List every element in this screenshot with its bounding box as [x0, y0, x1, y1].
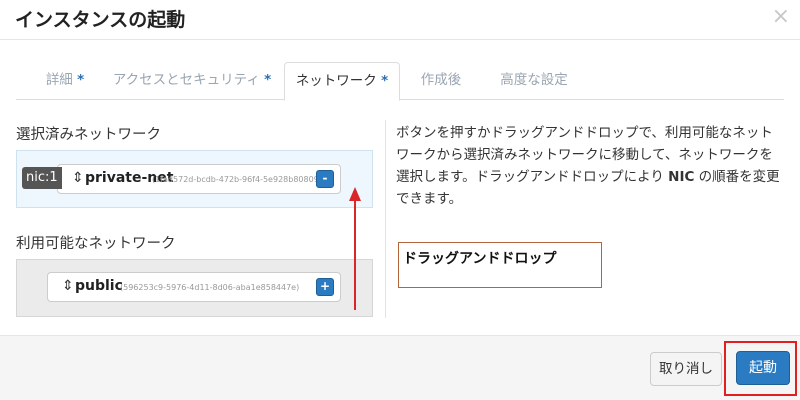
tab-label: ネットワーク: [295, 73, 377, 89]
tab-advanced-options[interactable]: 高度な設定: [486, 62, 582, 100]
remove-network-button[interactable]: -: [316, 170, 334, 188]
launch-button[interactable]: 起動: [736, 351, 790, 385]
tab-access-security[interactable]: アクセスとセキュリティ *: [108, 62, 276, 100]
tab-label: 詳細: [45, 72, 73, 88]
drag-handle-icon[interactable]: ⇕: [62, 278, 74, 294]
tab-details[interactable]: 詳細 *: [30, 62, 100, 100]
column-divider: [385, 120, 386, 318]
drag-and-drop-annotation: ドラッグアンドドロップ: [398, 242, 602, 288]
selected-networks-title: 選択済みネットワーク: [16, 127, 161, 143]
drag-handle-icon[interactable]: ⇕: [72, 170, 84, 186]
network-item-public[interactable]: ⇕ public (596253c9-5976-4d11-8d06-aba1e8…: [47, 272, 341, 302]
network-id: (596253c9-5976-4d11-8d06-aba1e858447e): [120, 283, 300, 292]
tab-bar: 詳細 * アクセスとセキュリティ * ネットワーク * 作成後 高度な設定: [16, 62, 784, 101]
tab-label: 作成後: [420, 72, 462, 88]
drag-arrow-annotation: [349, 187, 361, 310]
network-id: (1fad572d-bcdb-472b-96f4-5e928b808093): [152, 175, 327, 184]
add-network-button[interactable]: +: [316, 278, 334, 296]
cancel-button[interactable]: 取り消し: [650, 352, 722, 386]
help-text: ボタンを押すかドラッグアンドドロップで、利用可能なネットワークから選択済みネット…: [396, 122, 786, 210]
annotation-label: ドラッグアンドドロップ: [403, 251, 557, 267]
required-mark: *: [264, 72, 272, 88]
tab-post-creation[interactable]: 作成後: [410, 62, 472, 100]
nic-badge: nic:1: [22, 167, 62, 189]
modal-title: インスタンスの起動: [15, 9, 186, 31]
help-text-bold: NIC: [668, 169, 695, 185]
network-item-private-net[interactable]: ⇕ private-net (1fad572d-bcdb-472b-96f4-5…: [57, 164, 341, 194]
network-name: public: [75, 278, 123, 294]
required-mark: *: [77, 72, 85, 88]
tab-label: アクセスとセキュリティ: [112, 72, 260, 88]
close-icon[interactable]: ×: [772, 4, 790, 29]
available-networks-title: 利用可能なネットワーク: [16, 236, 176, 252]
modal-header: インスタンスの起動 ×: [0, 0, 800, 40]
tab-network[interactable]: ネットワーク *: [284, 62, 400, 101]
tab-label: 高度な設定: [500, 72, 568, 88]
required-mark: *: [381, 73, 389, 89]
